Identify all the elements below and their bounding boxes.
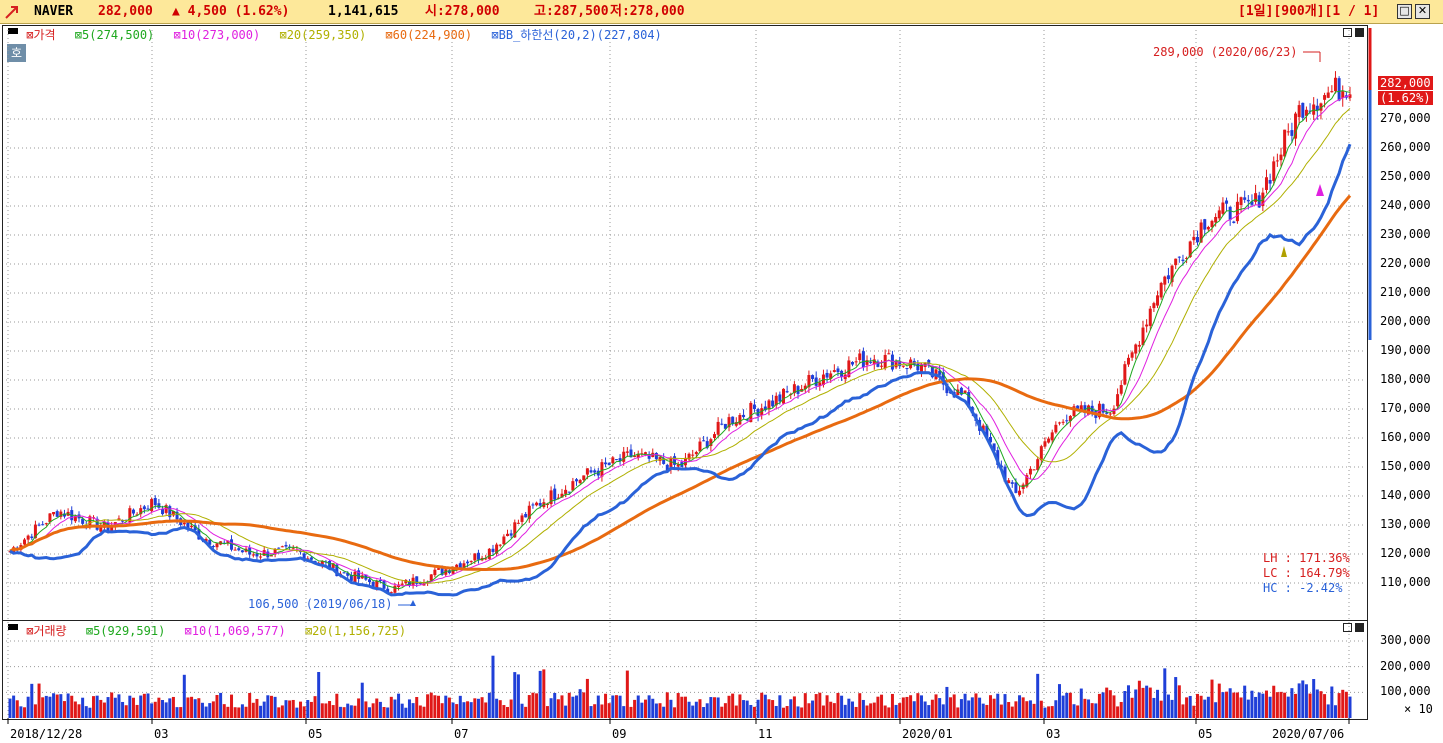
stat-lc: LC : 164.79% [1263,566,1350,580]
legend-swatch [8,28,18,34]
stat-hc: HC : -2.42% [1263,581,1343,595]
low-price: 저:278,000 [610,4,685,19]
high-annotation: 289,000 (2020/06/23) [1153,45,1298,59]
stat-lh: LH : 171.36% [1263,551,1350,565]
date-tick-label: 09 [612,727,627,741]
price-panel[interactable] [2,25,1368,621]
legend-volume[interactable]: ⊠거래량 [26,624,72,638]
legend-bb-lower[interactable]: ⊠BB_하한선(20,2)(227,804) [491,28,667,42]
price-tick-label: 170,000 [1380,401,1431,415]
legend-swatch [8,624,18,630]
volume-tick-label: 100,000 [1380,684,1431,699]
period-selector[interactable]: [1일][900개][1 / 1] [1238,4,1379,20]
current-price-tag: 282,000 [1378,76,1433,90]
price-legend: ⊠가격 ⊠5(274,500) ⊠10(273,000) ⊠20(259,350… [8,28,674,42]
symbol-name[interactable]: NAVER [34,4,73,20]
high-price: 고:287,500 [534,4,609,19]
trade-volume: 1,141,615 [328,4,399,19]
date-tick-label: 07 [454,727,469,741]
price-tick-label: 200,000 [1380,314,1431,328]
ho-button[interactable]: 호 [7,44,26,62]
volume-tick-label: 300,000 [1380,633,1431,647]
price-tick-label: 140,000 [1380,488,1431,502]
price-tick-label: 150,000 [1380,459,1431,473]
volume-tick-label: 200,000 [1380,658,1431,673]
price-tick-label: 270,000 [1380,111,1431,125]
price-tick-label: 160,000 [1380,430,1431,444]
volume-multiplier: × 10 [1404,702,1433,716]
title-bar: NAVER 282,000 ▲ 4,500 (1.62%) 1,141,615 … [0,0,1443,24]
volume-legend: ⊠거래량 ⊠5(929,591) ⊠10(1,069,577) ⊠20(1,15… [8,624,418,638]
legend-ma20[interactable]: ⊠20(259,350) [279,28,372,42]
legend-vol-ma5[interactable]: ⊠5(929,591) [86,624,171,638]
low-annotation: 106,500 (2019/06/18) [248,597,393,611]
legend-ma60[interactable]: ⊠60(224,900) [385,28,478,42]
date-tick-label: 2020/07/06 [1272,727,1345,741]
date-tick-label: 05 [308,727,323,741]
current-change-tag: (1.62%) [1378,91,1433,105]
restore-icon[interactable]: □ [1397,4,1412,19]
date-tick-label: 03 [1046,727,1061,741]
close-icon[interactable]: ✕ [1415,4,1430,19]
price-tick-label: 130,000 [1380,517,1431,531]
price-tick-label: 120,000 [1380,546,1431,560]
price-tick-label: 110,000 [1380,575,1431,589]
price-tick-label: 240,000 [1380,198,1431,212]
chart-arrow-icon [5,6,18,19]
legend-price[interactable]: ⊠가격 [26,28,61,42]
date-tick-label: 05 [1198,727,1213,741]
price-tick-label: 180,000 [1380,372,1431,386]
date-tick-label: 2020/01 [902,727,953,741]
price-tick-label: 190,000 [1380,343,1431,357]
legend-ma10[interactable]: ⊠10(273,000) [174,28,267,42]
panel-close-icon[interactable] [1355,28,1364,37]
price-tick-label: 210,000 [1380,285,1431,299]
volume-minimize-icon[interactable] [1343,623,1352,632]
price-tick-label: 220,000 [1380,256,1431,270]
current-price: 282,000 [98,4,153,19]
price-tick-label: 260,000 [1380,140,1431,154]
legend-vol-ma20[interactable]: ⊠20(1,156,725) [305,624,412,638]
date-tick-label: 2018/12/28 [10,727,83,741]
date-tick-label: 03 [154,727,169,741]
legend-vol-ma10[interactable]: ⊠10(1,069,577) [185,624,292,638]
date-tick-label: 11 [758,727,773,741]
open-price: 시:278,000 [425,4,500,19]
price-tick-label: 230,000 [1380,227,1431,241]
price-change: ▲ 4,500 (1.62%) [172,4,290,19]
panel-minimize-icon[interactable] [1343,28,1352,37]
volume-close-icon[interactable] [1355,623,1364,632]
legend-ma5[interactable]: ⊠5(274,500) [75,28,160,42]
price-tick-label: 250,000 [1380,169,1431,183]
